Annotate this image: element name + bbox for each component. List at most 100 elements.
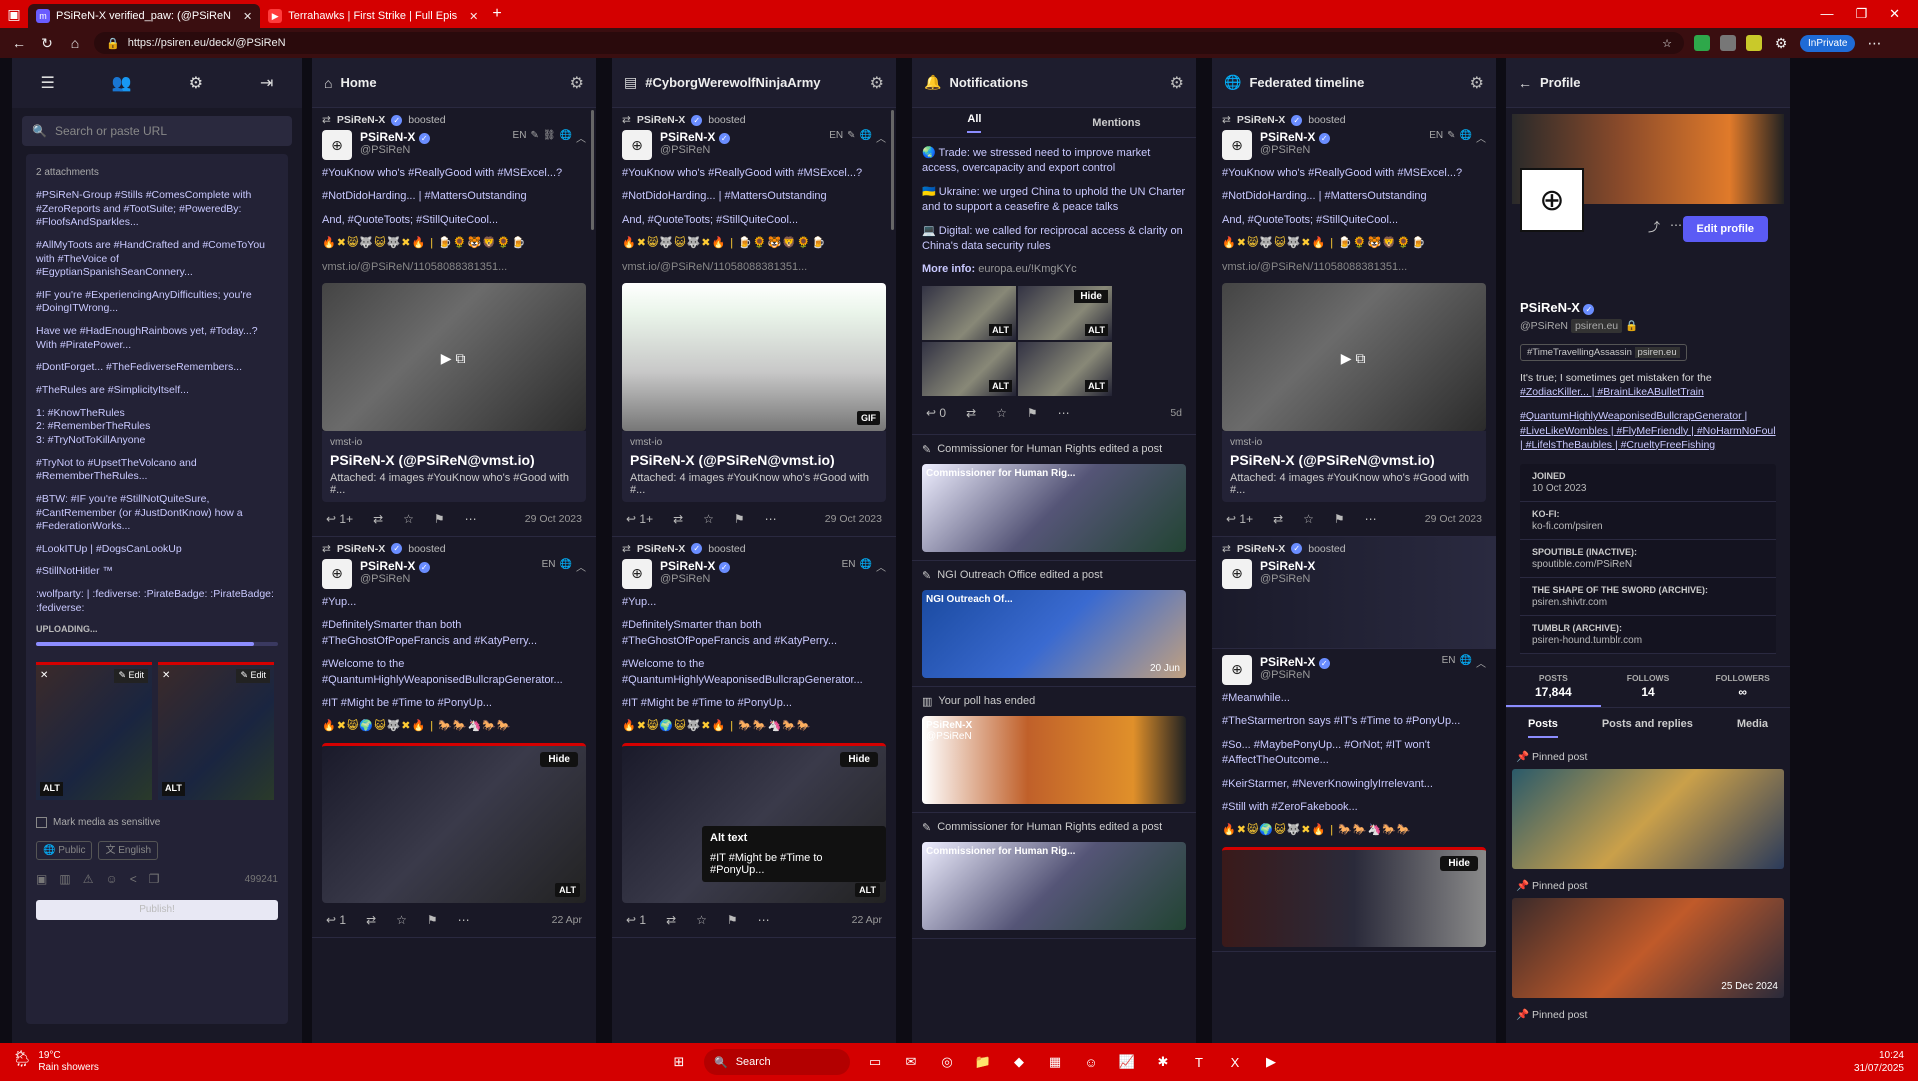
- more-button[interactable]: ⋯: [458, 913, 470, 927]
- tab-posts[interactable]: Posts: [1527, 718, 1558, 738]
- url-field[interactable]: 🔒 https://psiren.eu/deck/@PSiReN ☆: [94, 32, 1684, 54]
- post-link[interactable]: vmst.io/@PSiReN/11058088381351...: [622, 260, 886, 275]
- media-attachment[interactable]: GIF: [622, 282, 886, 431]
- profile-avatar[interactable]: ⊕: [1520, 168, 1584, 232]
- favourite-button[interactable]: ☆: [996, 406, 1007, 420]
- tab-all[interactable]: All: [967, 113, 982, 133]
- visibility-select[interactable]: 🌐 Public: [36, 841, 93, 861]
- media-image[interactable]: ALT: [922, 341, 1016, 396]
- notification-item[interactable]: 🌏 Trade: we stressed need to improve mar…: [912, 138, 1196, 435]
- app-icon[interactable]: ◆: [1008, 1051, 1030, 1073]
- boost-button[interactable]: ⇄: [366, 913, 376, 927]
- close-tab-icon[interactable]: ✕: [469, 10, 478, 23]
- avatar[interactable]: ⊕: [1222, 130, 1252, 160]
- field-value[interactable]: psiren-hound.tumblr.com: [1532, 635, 1764, 646]
- menu-icon[interactable]: ☰: [40, 73, 54, 93]
- follows-stat[interactable]: FOLLOWS 14: [1601, 667, 1696, 707]
- warning-icon[interactable]: ⚠: [83, 872, 94, 888]
- media-attachment[interactable]: ▶ ⧉: [322, 282, 586, 431]
- status-post[interactable]: ⊕ PSiReN-X ✓ @PSiReN EN 🌐 ︿ #Meanwhile... …: [1212, 649, 1496, 952]
- alt-badge[interactable]: ALT: [855, 882, 880, 897]
- column-settings-icon[interactable]: ⚙: [1170, 73, 1184, 93]
- window-menu-icon[interactable]: ▣: [0, 0, 28, 28]
- status-preview[interactable]: Commissioner for Human Rig...: [922, 463, 1186, 552]
- followers-stat[interactable]: FOLLOWERS ∞: [1695, 667, 1790, 707]
- boost-button[interactable]: ⇄: [666, 913, 676, 927]
- media-attachment[interactable]: ▶ ⧉: [1222, 282, 1486, 431]
- bookmark-button[interactable]: ⚑: [734, 512, 745, 526]
- task-view-icon[interactable]: ▭: [864, 1051, 886, 1073]
- alt-badge[interactable]: ALT: [989, 323, 1012, 336]
- back-icon[interactable]: ←: [10, 35, 28, 51]
- refresh-icon[interactable]: ↻: [38, 35, 56, 52]
- sensitive-checkbox[interactable]: Mark media as sensitive: [36, 816, 278, 829]
- status-post[interactable]: ⇄ PSiReN-X ✓ boosted ⊕ PSiReN-X ✓ @PSiRe…: [1212, 108, 1496, 537]
- play-icon[interactable]: ▶ ⧉: [1341, 350, 1366, 367]
- notification-item[interactable]: ✎ Commissioner for Human Rights edited a …: [912, 813, 1196, 939]
- link-preview-card[interactable]: vmst-io PSiReN-X (@PSiReN@vmst.io) Attac…: [322, 430, 586, 502]
- avatar[interactable]: ⊕: [1222, 558, 1252, 589]
- status-preview[interactable]: Commissioner for Human Rig...: [922, 841, 1186, 930]
- column-settings-icon[interactable]: ⚙: [570, 73, 584, 93]
- more-button[interactable]: ⋯: [765, 512, 777, 526]
- collapse-icon[interactable]: ︿: [1476, 655, 1486, 670]
- close-tab-icon[interactable]: ✕: [243, 10, 252, 23]
- reply-button[interactable]: ↩ 1: [626, 913, 646, 927]
- media-player-icon[interactable]: ▶: [1260, 1051, 1282, 1073]
- inprivate-badge[interactable]: InPrivate: [1800, 34, 1856, 52]
- app-icon[interactable]: ✱: [1152, 1051, 1174, 1073]
- field-value[interactable]: spoutible.com/PSiReN: [1532, 559, 1764, 570]
- browser-tab-terrahawks[interactable]: ▶ Terrahawks | First Strike | Full Epis …: [260, 4, 486, 28]
- favourite-button[interactable]: ☆: [403, 512, 414, 526]
- media-attachment[interactable]: Hide Alt text #IT #Might be #Time to #Po…: [622, 742, 886, 903]
- avatar[interactable]: ⊕: [1222, 654, 1252, 685]
- edge-icon[interactable]: ◎: [936, 1051, 958, 1073]
- weather-widget[interactable]: 🌦 19°C Rain showers: [0, 1050, 99, 1074]
- alt-badge[interactable]: ALT: [1085, 379, 1108, 392]
- more-button[interactable]: ⋯: [1058, 406, 1070, 420]
- status-post[interactable]: ⇄ PSiReN-X ✓ boosted ⊕ PSiReN-X @PSiReN: [1212, 536, 1496, 649]
- reply-button[interactable]: ↩ 1: [326, 913, 346, 927]
- status-post[interactable]: ⇄ PSiReN-X ✓ boosted ⊕ PSiReN-X ✓ @PSiRe…: [612, 108, 896, 537]
- post-link[interactable]: vmst.io/@PSiReN/11058088381351...: [1222, 260, 1486, 275]
- people-icon[interactable]: 👥: [112, 73, 132, 93]
- pinned-post[interactable]: [1512, 768, 1784, 869]
- column-settings-icon[interactable]: ⚙: [1470, 73, 1484, 93]
- collapse-icon[interactable]: ︿: [876, 559, 886, 574]
- boost-button[interactable]: ⇄: [373, 512, 383, 526]
- system-clock[interactable]: 10:24 31/07/2025: [1854, 1049, 1904, 1075]
- post-author[interactable]: ⊕ PSiReN-X ✓ @PSiReN EN 🌐 ︿: [322, 558, 586, 589]
- media-image[interactable]: Hide ALT: [1018, 285, 1112, 340]
- post-author[interactable]: ⊕ PSiReN-X ✓ @PSiReN EN ✎ 🌐 ︿: [1222, 130, 1486, 160]
- bookmark-button[interactable]: ⚑: [434, 512, 445, 526]
- status-post[interactable]: ⇄ PSiReN-X ✓ boosted ⊕ PSiReN-X ✓ @PSiRe…: [312, 108, 596, 537]
- teams-icon[interactable]: T: [1188, 1051, 1210, 1073]
- emoji-icon[interactable]: ☺: [105, 872, 117, 888]
- link-preview-card[interactable]: vmst-io PSiReN-X (@PSiReN@vmst.io) Attac…: [622, 430, 886, 502]
- favourite-button[interactable]: ☆: [1303, 512, 1314, 526]
- notification-item[interactable]: ✎ Commissioner for Human Rights edited a …: [912, 435, 1196, 561]
- reply-button[interactable]: ↩ 1+: [326, 512, 353, 526]
- link-preview-card[interactable]: vmst-io PSiReN-X (@PSiReN@vmst.io) Attac…: [1222, 430, 1486, 502]
- bookmark-button[interactable]: ⚑: [1334, 512, 1345, 526]
- app-icon[interactable]: ☺: [1080, 1051, 1102, 1073]
- post-date[interactable]: 22 Apr: [552, 914, 582, 926]
- collapse-icon[interactable]: ︿: [876, 130, 886, 145]
- outlook-icon[interactable]: ✉: [900, 1051, 922, 1073]
- post-author[interactable]: ⊕ PSiReN-X ✓ @PSiReN EN 🌐 ︿: [622, 558, 886, 589]
- avatar[interactable]: ⊕: [322, 130, 352, 160]
- column-header[interactable]: ← Profile: [1506, 58, 1790, 108]
- quote-icon[interactable]: ❐: [149, 872, 160, 888]
- more-button[interactable]: ⋯: [465, 512, 477, 526]
- attachment-thumbnail[interactable]: ✕ ✎ Edit ALT: [36, 662, 152, 801]
- alt-badge[interactable]: ALT: [1085, 323, 1108, 336]
- column-header[interactable]: ⌂ Home ⚙: [312, 58, 596, 108]
- booster-name[interactable]: PSiReN-X: [637, 543, 685, 555]
- back-arrow-icon[interactable]: ←: [1518, 75, 1532, 91]
- column-header[interactable]: 🔔 Notifications ⚙: [912, 58, 1196, 108]
- status-preview[interactable]: PSiReN-X @PSiReN: [922, 715, 1186, 804]
- status-preview[interactable]: NGI Outreach Of... 20 Jun: [922, 589, 1186, 678]
- bio-hashtags[interactable]: #ZodiacKiller... | #BrainLikeABulletTrai…: [1520, 386, 1704, 398]
- field-value[interactable]: psiren.shivtr.com: [1532, 597, 1764, 608]
- logout-icon[interactable]: ⇥: [260, 73, 273, 93]
